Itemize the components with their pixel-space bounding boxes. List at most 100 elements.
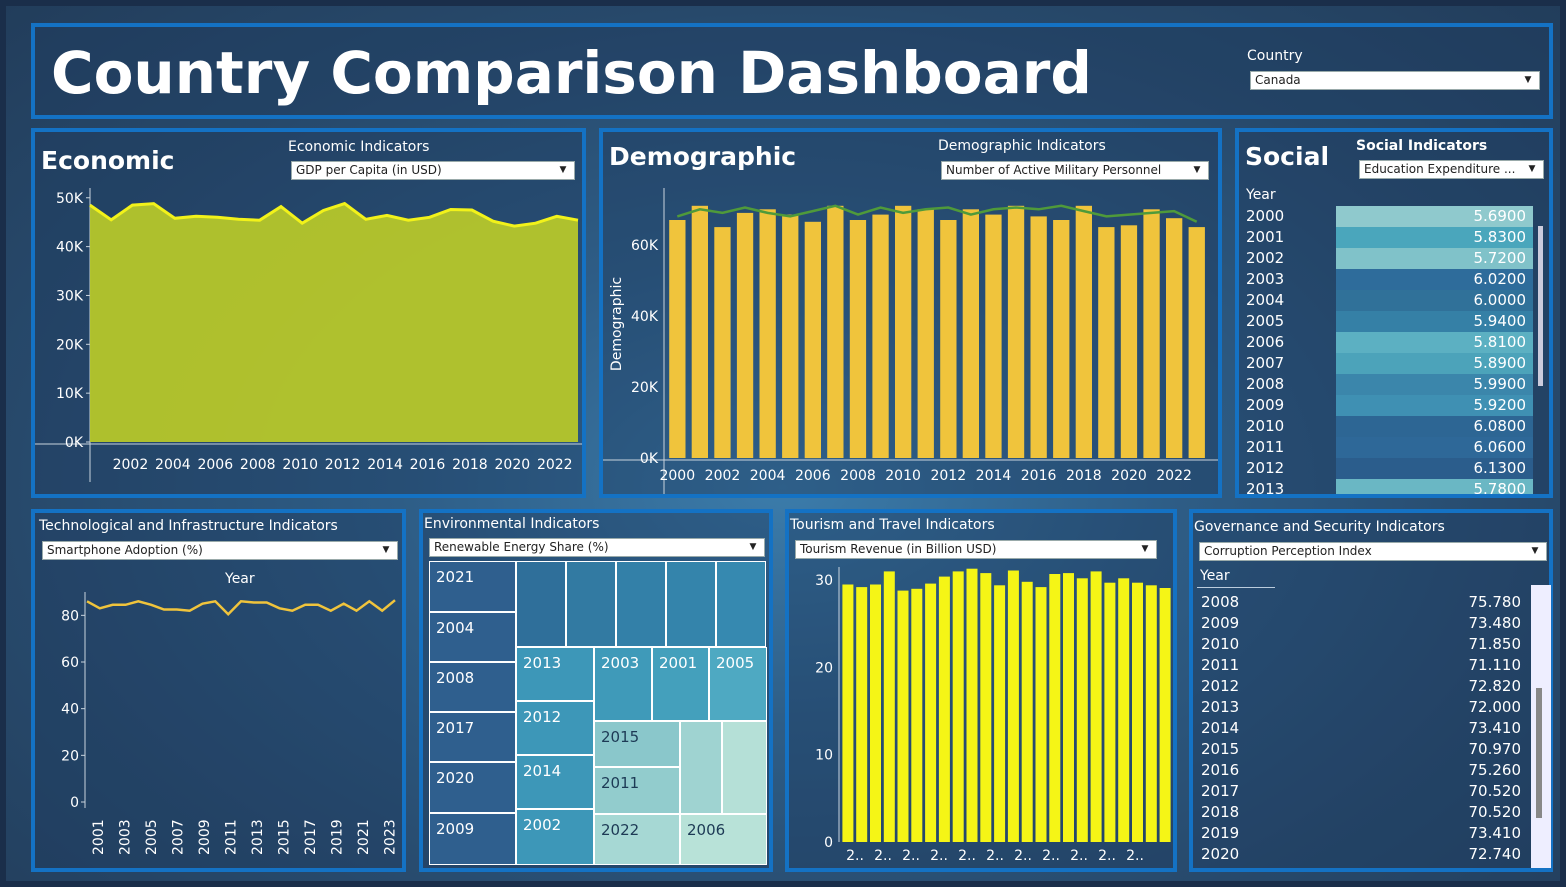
x-tick-label: 2023 [383,819,399,855]
chevron-down-icon[interactable]: ▼ [1527,544,1543,559]
x-tick-label: 2020 [495,457,531,473]
country-dropdown[interactable]: Canada ▼ [1250,71,1540,90]
country-value: Canada [1255,73,1301,87]
tourism-bar [938,576,950,842]
x-tick-label: 2016 [1021,468,1057,484]
governance-dropdown[interactable]: Corruption Perception Index ▼ [1199,542,1547,561]
military-bar [1098,227,1115,458]
economic-dropdown-value: GDP per Capita (in USD) [296,163,442,177]
governance-value-cell: 72.820 [1468,677,1522,695]
chevron-down-icon[interactable]: ▼ [378,543,394,558]
treemap-cell: 2012 [516,701,594,755]
environment-panel: Environmental Indicators Renewable Energ… [419,509,773,872]
chevron-down-icon[interactable]: ▼ [1189,163,1205,178]
x-tick-label: 2021 [356,819,372,855]
military-bar [849,220,867,458]
demographic-title: Demographic [609,142,797,171]
governance-value-cell: 73.480 [1468,614,1522,632]
military-bar [759,209,776,458]
governance-row: 2011 71.110 [1193,654,1533,675]
x-tick-label: 2008 [840,468,876,484]
y-tick-label: 20K [56,337,84,353]
chevron-down-icon[interactable]: ▼ [555,163,571,178]
military-bar [1030,216,1047,458]
social-year-cell: 2012 [1246,459,1285,477]
tourism-bar [897,590,909,842]
y-tick-label: 20K [631,380,659,396]
x-tick-label: 2.. [1126,848,1144,864]
military-bar [1143,209,1160,458]
tourism-bar-chart: 0 10 20 30 2.. 2.. 2.. 2.. 2.. 2.. 2.. 2.. 2.. 2.. 2.. [815,567,1171,864]
x-tick-label: 2018 [1066,468,1102,484]
treemap-cell: 2005 [709,647,767,721]
tourism-bar [952,571,964,842]
treemap-cell [680,721,722,814]
y-tick-label: 10K [56,386,84,402]
x-tick-label: 2002 [113,457,149,473]
y-tick-label: 50K [56,191,84,207]
social-row: 2013 5.7800 [1239,479,1549,494]
environment-dropdown[interactable]: Renewable Energy Share (%) ▼ [429,538,765,557]
governance-year-cell: 2008 [1201,593,1240,611]
x-tick-label: 2.. [846,848,864,864]
y-tick-label: 30K [56,288,84,304]
treemap-cell: 2006 [680,814,767,865]
social-value-cell: 5.8900 [1473,354,1527,372]
tourism-bar [1118,578,1130,842]
chevron-down-icon[interactable]: ▼ [1524,162,1540,177]
military-bar [940,220,957,458]
x-tick-label: 2.. [958,848,976,864]
treemap-cell: 2003 [594,647,652,721]
tourism-panel: Tourism and Travel Indicators Tourism Re… [785,509,1177,872]
governance-row: 2017 70.520 [1193,780,1533,801]
governance-row: 2016 75.260 [1193,759,1533,780]
treemap-cell: 2001 [652,647,709,721]
chevron-down-icon[interactable]: ▼ [745,540,761,555]
y-tick-label: 40 [61,702,79,718]
social-year-cell: 2009 [1246,396,1285,414]
governance-value-cell: 73.410 [1468,719,1522,737]
social-dropdown[interactable]: Education Expenditure ... ▼ [1359,160,1544,179]
tech-dropdown-value: Smartphone Adoption (%) [47,543,203,557]
governance-panel: Governance and Security Indicators Corru… [1189,509,1553,872]
tourism-dropdown-value: Tourism Revenue (in Billion USD) [800,542,997,556]
tourism-bar [911,588,923,842]
tourism-dropdown[interactable]: Tourism Revenue (in Billion USD) ▼ [795,540,1157,559]
smartphone-line [86,599,396,616]
governance-scrollbar-thumb[interactable] [1536,688,1542,818]
governance-row: 2019 73.410 [1193,822,1533,843]
governance-row: 2009 73.480 [1193,612,1533,633]
x-tick-label: 2007 [171,819,187,855]
chevron-down-icon[interactable]: ▼ [1520,73,1536,88]
chevron-down-icon[interactable]: ▼ [1137,542,1153,557]
military-bar [1075,205,1092,458]
demographic-dropdown[interactable]: Number of Active Military Personnel ▼ [941,161,1209,180]
social-value-cell: 6.1300 [1473,459,1527,477]
economic-dropdown[interactable]: GDP per Capita (in USD) ▼ [291,161,575,180]
social-year-cell: 2004 [1246,291,1285,309]
governance-row: 2018 70.520 [1193,801,1533,822]
x-tick-label: 2000 [659,468,695,484]
treemap-cell: 2022 [594,814,680,865]
social-year-cell: 2013 [1246,480,1285,494]
military-bar [962,209,979,458]
governance-year-cell: 2010 [1201,635,1240,653]
governance-year-cell: 2014 [1201,719,1240,737]
x-tick-label: 2015 [277,819,293,855]
governance-year-cell: 2012 [1201,677,1240,695]
treemap-cell: 2015 [594,721,680,767]
social-value-cell: 5.9200 [1473,396,1527,414]
military-bar [985,214,1002,458]
x-tick-label: 2019 [330,819,346,855]
tourism-bar [856,587,868,842]
military-bar [917,209,934,458]
social-scrollbar[interactable] [1538,226,1543,386]
x-tick-label: 2005 [144,819,160,855]
economic-area-chart: 0K 10K 20K 30K 40K 50K 2002 2004 2006 2008 2010 201… [35,188,582,482]
environment-treemap: 2021 2004 2008 2017 2020 2009 2013 2003 2001 2005… [429,561,767,865]
tourism-bar [1104,582,1116,842]
social-value-cell: 5.7200 [1473,249,1527,267]
tech-dropdown[interactable]: Smartphone Adoption (%) ▼ [42,541,398,560]
economic-panel: Economic Economic Indicators GDP per Cap… [31,128,586,498]
governance-value-cell: 75.780 [1468,593,1522,611]
